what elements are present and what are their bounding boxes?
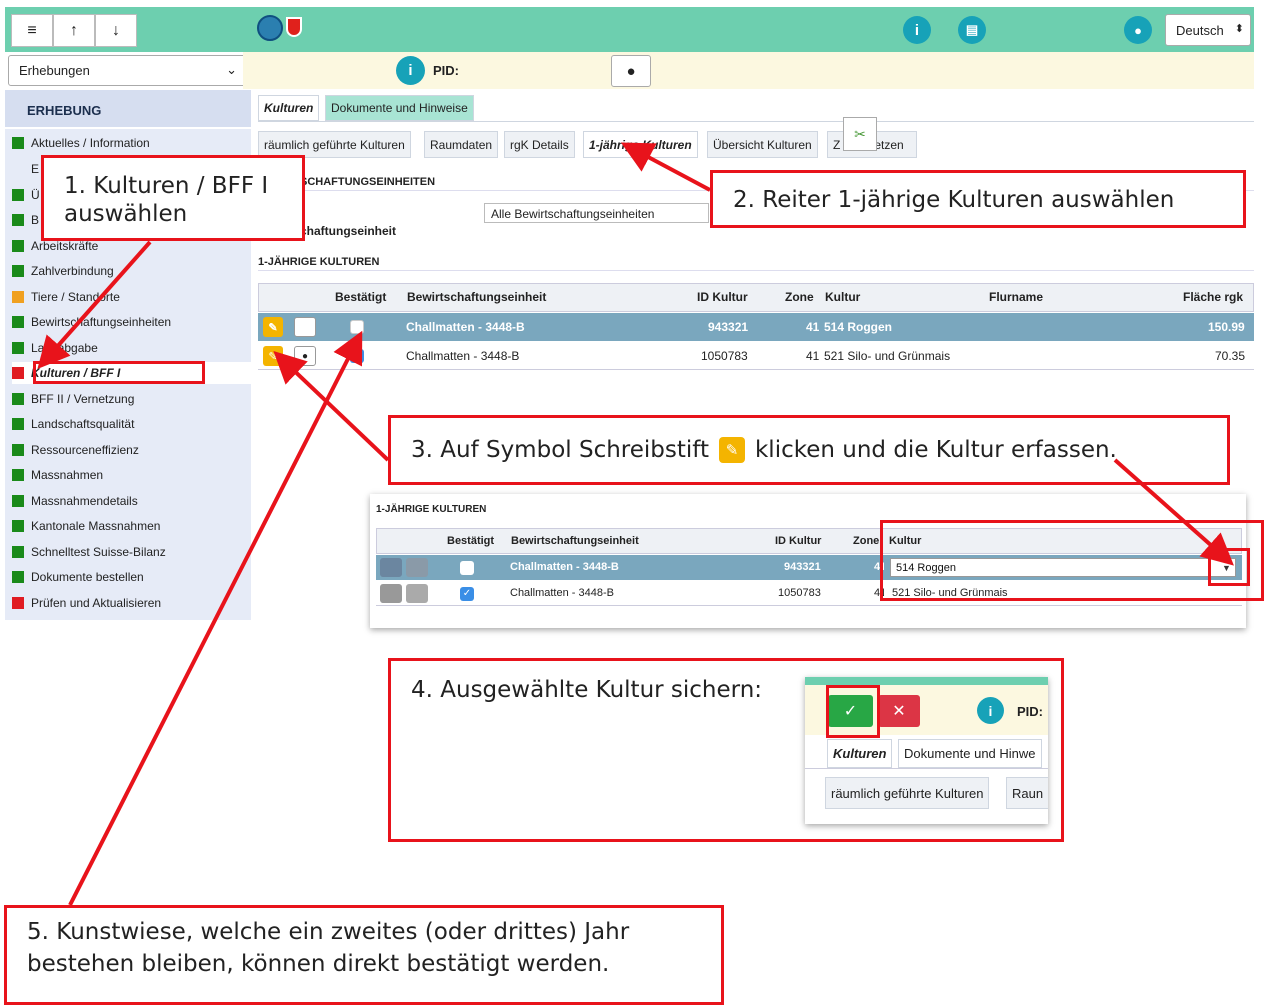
arrow-1 bbox=[37, 240, 152, 369]
arrow-overlay bbox=[37, 142, 1234, 906]
arrow-2 bbox=[620, 142, 711, 192]
arrow-3b bbox=[1113, 458, 1234, 566]
arrow-3 bbox=[273, 350, 390, 462]
arrow-5 bbox=[68, 330, 363, 906]
